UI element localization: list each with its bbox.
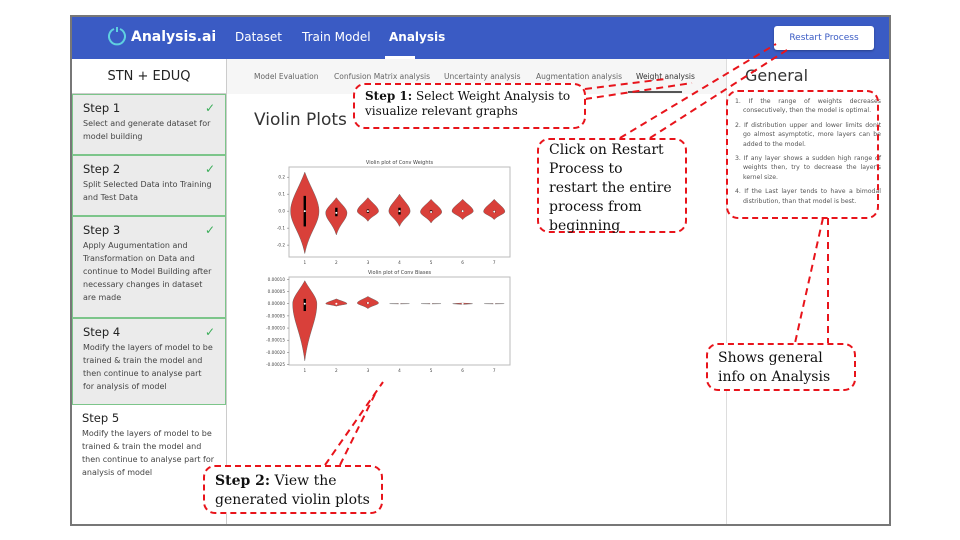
violin-median: [430, 302, 433, 305]
violin-median: [461, 210, 464, 213]
violin-median: [430, 211, 433, 213]
violin-median: [335, 211, 338, 214]
y-tick-label: 0.0: [278, 209, 285, 214]
violin-plots: Violin plot of Conv Weights 0.2 0.1 0.0 -0.1…: [266, 160, 511, 373]
chart-title: Violin plot of Conv Biases: [368, 270, 432, 276]
violin-median: [398, 210, 401, 213]
violin-median: [366, 302, 369, 305]
violin-chart-1: Violin plot of Conv Weights 0.2 0.1 0.0 -0.1…: [277, 160, 511, 265]
violin-median: [366, 210, 369, 213]
x-tick-label: 4: [398, 260, 401, 265]
restart-annotation: Click on Restart Process to restart the …: [537, 138, 687, 234]
violin-iqr-box: [303, 298, 306, 312]
violin-median: [461, 302, 464, 305]
violin-median: [335, 302, 338, 305]
step2-annotation: Step 2: View the generated violin plots: [203, 465, 383, 514]
violin-chart-2: Violin plot of Conv Biases 0.00010 0.00005…: [266, 270, 511, 373]
x-tick-label: 4: [398, 368, 401, 373]
y-tick-label: 0.1: [278, 192, 285, 197]
annotation-bold: Step 1:: [365, 89, 413, 103]
chart-title: Violin plot of Conv Weights: [366, 160, 434, 166]
x-tick-label: 5: [430, 368, 433, 373]
y-tick-label: -0.2: [277, 243, 286, 248]
general-annotation-box: [726, 90, 879, 219]
y-tick-label: 0.00010: [268, 277, 286, 282]
x-tick-label: 2: [335, 368, 338, 373]
x-tick-label: 3: [367, 260, 370, 265]
x-tick-label: 1: [303, 260, 306, 265]
violin-median: [303, 210, 306, 213]
y-tick-label: 0.00000: [268, 301, 286, 306]
y-tick-label: -0.00010: [266, 326, 285, 331]
x-tick-label: 6: [461, 368, 464, 373]
y-tick-label: -0.1: [277, 226, 286, 231]
violin-median: [398, 302, 401, 305]
step1-annotation: Step 1: Select Weight Analysis to visual…: [353, 83, 586, 129]
violin-median: [493, 210, 496, 213]
x-tick-label: 2: [335, 260, 338, 265]
annotation-bold: Step 2:: [215, 473, 271, 489]
y-tick-label: -0.00015: [266, 338, 285, 343]
violin-median: [303, 302, 306, 305]
x-tick-label: 1: [303, 368, 306, 373]
general-annotation: Shows general info on Analysis: [706, 343, 856, 391]
x-tick-label: 6: [461, 260, 464, 265]
y-tick-label: -0.00020: [266, 350, 285, 355]
y-tick-label: -0.00025: [266, 362, 285, 367]
violin-median: [493, 302, 496, 305]
x-tick-label: 3: [367, 368, 370, 373]
x-tick-label: 7: [493, 260, 496, 265]
x-tick-label: 7: [493, 368, 496, 373]
y-tick-label: 0.2: [278, 175, 285, 180]
x-tick-label: 5: [430, 260, 433, 265]
y-tick-label: -0.00005: [266, 313, 285, 318]
plot-frame: [288, 276, 511, 366]
y-tick-label: 0.00005: [268, 289, 286, 294]
